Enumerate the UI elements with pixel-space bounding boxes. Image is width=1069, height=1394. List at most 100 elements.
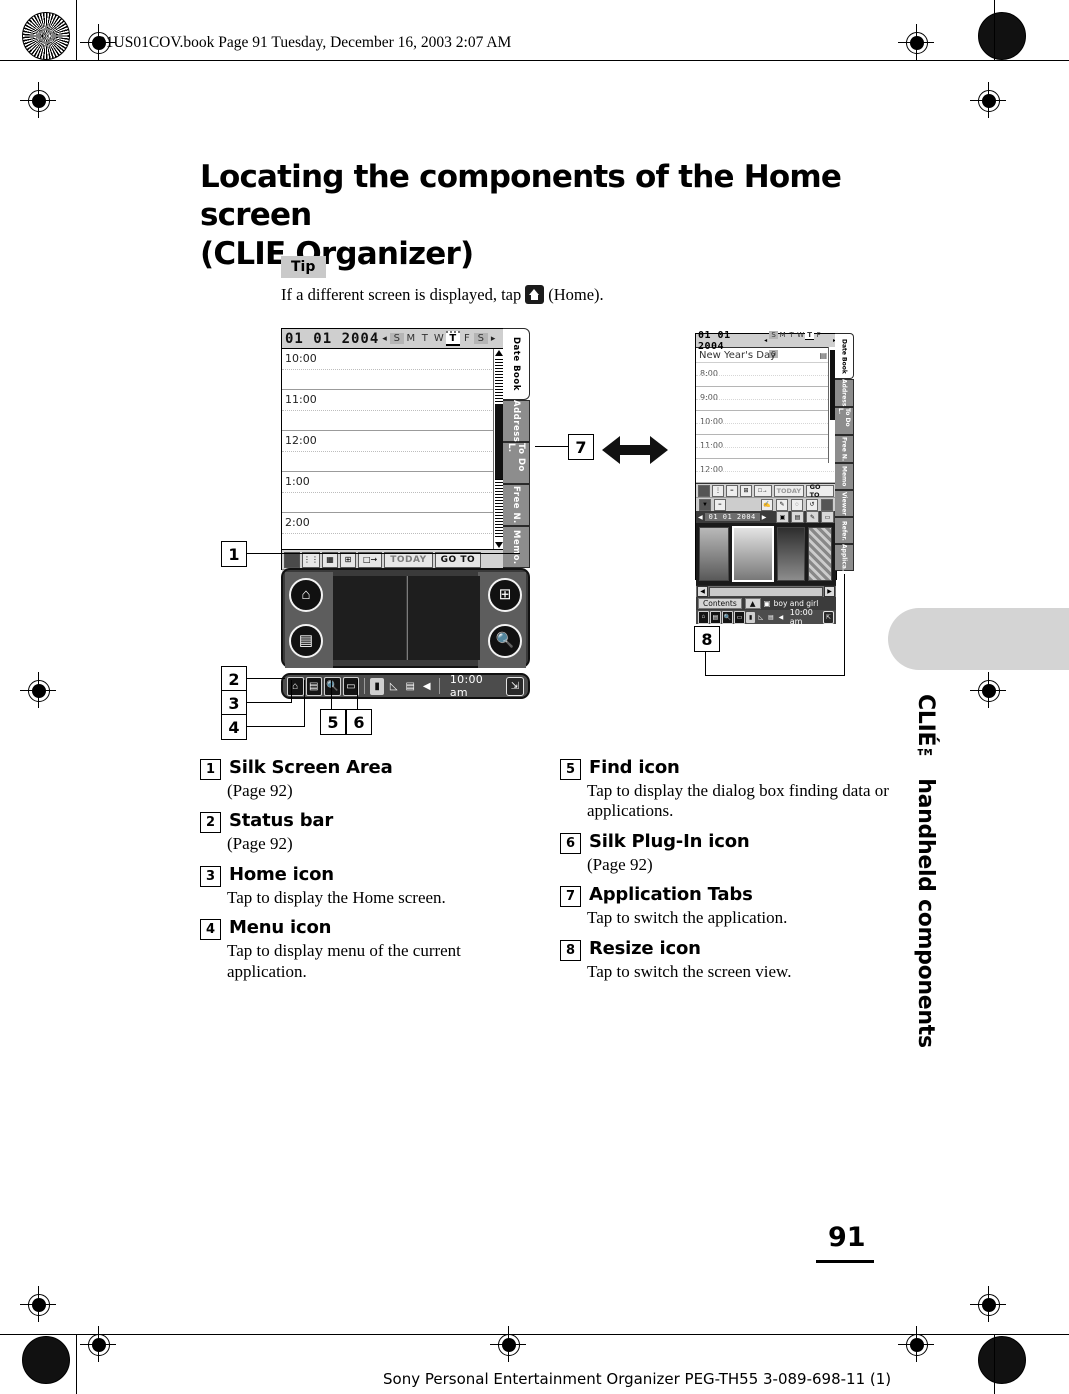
silk-screen-area[interactable]: ⌂ ▤ ⊞ 🔍 (281, 568, 530, 668)
tab-viewer[interactable]: Viewer (835, 490, 854, 517)
photo-thumbnail[interactable] (808, 527, 832, 581)
schedule-slot[interactable]: 12:00 (696, 459, 836, 483)
tab-memo[interactable]: Memo (835, 463, 854, 490)
viewer-next-arrow[interactable]: ▶ (762, 514, 767, 521)
tab-date-book[interactable]: Date Book (835, 333, 854, 379)
hand-tool-icon[interactable]: ✍ (761, 498, 773, 511)
menu-icon[interactable]: ▤ (305, 676, 323, 696)
volume-icon[interactable]: ◀ (777, 612, 786, 623)
schedule-slot[interactable]: 10:00 (696, 411, 836, 435)
calc-icon[interactable]: ⊞ (488, 578, 522, 612)
weekday-t1[interactable]: T (787, 331, 796, 339)
weekday-m[interactable]: M (778, 331, 787, 339)
tab-free-notes[interactable]: Free N. (503, 484, 530, 526)
schedule-slot[interactable]: 2:00 (282, 513, 504, 554)
schedule-slot[interactable]: 10:00 (282, 349, 504, 390)
goto-button-right[interactable]: GO TO (805, 483, 834, 499)
photo-thumbnail-selected[interactable] (732, 526, 774, 582)
weekday-f[interactable]: F (814, 331, 823, 339)
volume-icon[interactable]: ◀ (419, 678, 434, 695)
contents-dropdown-icon[interactable]: ▲ (744, 598, 761, 609)
undo-tool-icon[interactable]: ↺ (806, 498, 818, 511)
scroll-up-arrow-icon[interactable] (495, 350, 503, 356)
weekday-m[interactable]: M (404, 333, 418, 344)
view-week-icon[interactable]: ≡ (726, 484, 738, 497)
application-tabs-right[interactable]: Date Book Address To Do L. Free N. Memo … (835, 333, 854, 578)
expand-view-icon[interactable]: □→ (754, 484, 772, 497)
tab-to-do-list[interactable]: To Do L. (503, 442, 530, 484)
schedule-slot[interactable]: 11:00 (696, 435, 836, 459)
tab-to-do-list[interactable]: To Do L. (835, 407, 854, 435)
schedule-slot[interactable]: 1:00 (282, 472, 504, 513)
tab-free-notes[interactable]: Free N. (835, 435, 854, 463)
today-button-right[interactable]: TODAY (774, 484, 804, 497)
weekday-t2-selected[interactable]: T (445, 331, 460, 346)
resize-icon[interactable]: ⇲ (505, 676, 525, 696)
scroll-left-arrow-icon[interactable]: ◀ (697, 586, 708, 597)
scroll-thumb[interactable] (495, 404, 503, 479)
camera-icon[interactable]: ▣ (776, 511, 789, 523)
silk-write-pane-left[interactable] (333, 576, 406, 660)
tab-address[interactable]: Address (835, 379, 854, 407)
silk-plugin-icon[interactable]: ▭ (734, 610, 745, 624)
home-icon[interactable]: ⌂ (289, 578, 323, 612)
collapse-icon[interactable]: ▼ (699, 498, 711, 511)
schedule-slot[interactable]: 8:00 (696, 363, 836, 387)
comment-icon[interactable]: ▭ (821, 511, 834, 523)
silk-write-pane-right[interactable] (408, 576, 480, 660)
list-icon[interactable]: ▤ (791, 511, 804, 523)
next-day-arrow[interactable]: ▸ (491, 334, 496, 344)
viewer-prev-arrow[interactable]: ◀ (698, 514, 703, 521)
photo-thumbnail[interactable] (777, 527, 805, 581)
photo-thumbnail[interactable] (699, 527, 729, 581)
home-icon[interactable]: ⌂ (698, 610, 709, 624)
menu-icon[interactable]: ▤ (710, 610, 721, 624)
photo-thumbnail-strip[interactable] (696, 523, 836, 585)
status-bar-right[interactable]: ⌂ ▤ 🔍 ▭ ▮ ◺ ▤ ◀ 10:00 am ⇱ (696, 608, 836, 626)
prev-day-arrow-right[interactable]: ◂ (764, 337, 767, 344)
horizontal-scrollbar[interactable]: ◀ ▶ (696, 585, 836, 597)
tab-applications[interactable]: Applica. (835, 544, 854, 571)
brightness-icon[interactable]: ◺ (756, 612, 765, 623)
find-icon[interactable]: 🔍 (722, 610, 733, 624)
application-tabs-left[interactable]: Date Book Address To Do L. Free N. Memo. (503, 328, 530, 568)
tab-memo[interactable]: Memo. (503, 526, 530, 568)
schedule-slot[interactable]: 12:00 (282, 431, 504, 472)
schedule-slot[interactable]: 11:00 (282, 390, 504, 431)
weekday-f[interactable]: F (460, 333, 474, 344)
weekday-t1[interactable]: T (418, 333, 432, 344)
find-icon[interactable]: 🔍 (488, 624, 522, 658)
card-icon[interactable]: ▤ (403, 678, 418, 695)
pen-tool-icon[interactable]: ✎ (776, 498, 788, 511)
tab-address[interactable]: Address (503, 400, 530, 442)
scroll-right-arrow-icon[interactable]: ▶ (824, 586, 835, 597)
status-bar[interactable]: ⌂ ▤ 🔍 ▭ ▮ ◺ ▤ ◀ 10:00 am ⇲ (281, 673, 530, 699)
tab-date-book[interactable]: Date Book (503, 328, 530, 400)
scroll-track[interactable] (709, 586, 823, 597)
weekday-t2-selected[interactable]: T (805, 330, 815, 340)
view-list-icon[interactable]: ⋮ (712, 484, 724, 497)
tab-reference[interactable]: Refer. (835, 517, 854, 544)
schedule-slot[interactable]: 9:00 (696, 387, 836, 411)
contents-label[interactable]: Contents (698, 598, 742, 609)
prev-day-arrow[interactable]: ◂ (382, 334, 387, 344)
weekday-s1[interactable]: S (769, 330, 779, 339)
note-icon[interactable]: ≡ (714, 498, 726, 511)
edit-icon[interactable]: ✎ (806, 511, 819, 523)
home-icon[interactable]: ⌂ (287, 676, 304, 696)
color-tool-icon[interactable] (821, 498, 833, 511)
weekday-selector[interactable]: S M T W T F S (389, 331, 488, 346)
weekday-w[interactable]: W (796, 331, 805, 339)
view-month-icon[interactable]: ⊞ (740, 484, 752, 497)
scroll-down-arrow-icon[interactable] (495, 542, 503, 548)
weekday-s2[interactable]: S (473, 333, 488, 344)
eraser-tool-icon[interactable]: ◌ (791, 498, 803, 511)
resize-icon[interactable]: ⇱ (822, 610, 835, 624)
card-icon[interactable]: ▤ (767, 612, 776, 623)
view-day-icon[interactable] (698, 484, 710, 497)
brightness-icon[interactable]: ◺ (386, 678, 401, 695)
legend-desc: Tap to display the dialog box finding da… (587, 781, 889, 821)
weekday-w[interactable]: W (432, 333, 446, 344)
weekday-s1[interactable]: S (389, 333, 404, 344)
menu-icon[interactable]: ▤ (289, 624, 323, 658)
